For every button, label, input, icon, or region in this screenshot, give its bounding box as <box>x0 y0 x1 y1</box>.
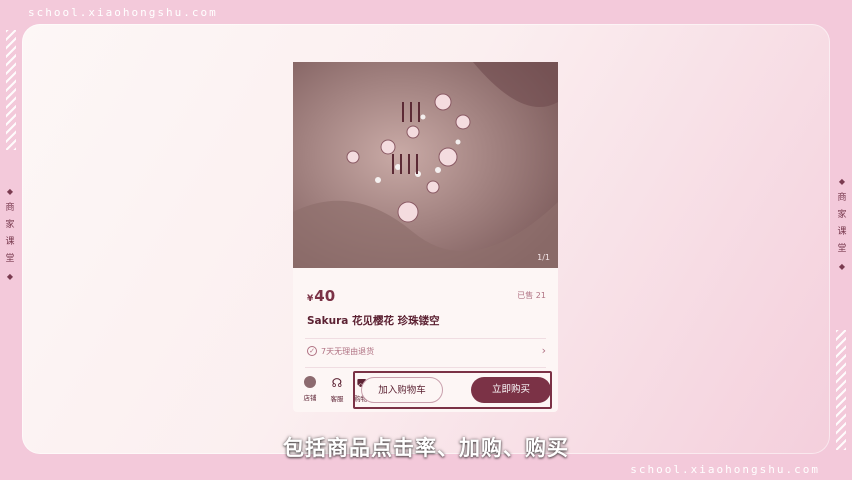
side-char: 课 <box>5 237 15 247</box>
side-char: 家 <box>837 210 847 220</box>
brand-url-top: school.xiaohongshu.com <box>28 6 218 19</box>
diamond-icon: ◆ <box>6 272 14 281</box>
buy-now-button[interactable]: 立即购买 <box>471 377 551 403</box>
diamond-icon: ◆ <box>838 177 846 186</box>
chevron-right-icon: › <box>541 344 546 357</box>
product-photo <box>293 62 558 268</box>
return-policy-label: 7天无理由退货 <box>321 347 375 356</box>
side-label-right: ◆ 商 家 课 堂 ◆ <box>834 173 850 275</box>
store-label: 店铺 <box>303 394 317 402</box>
check-circle-icon: ✓ <box>307 346 317 356</box>
sold-count: 已售 21 <box>517 291 546 300</box>
brand-url-bottom: school.xiaohongshu.com <box>630 463 820 476</box>
customer-service-button[interactable]: ☊ 客服 <box>324 376 350 403</box>
store-button[interactable]: 店铺 <box>297 376 323 402</box>
side-char: 商 <box>5 203 15 213</box>
product-title: Sakura 花见樱花 珍珠镂空 <box>307 315 440 327</box>
side-char: 课 <box>837 227 847 237</box>
service-label: 客服 <box>330 395 344 403</box>
product-card: 1/1 ¥40 已售 21 Sakura 花见樱花 珍珠镂空 ✓ 7天无理由退货… <box>293 62 558 412</box>
side-label-left: ◆ 商 家 课 堂 ◆ <box>2 183 18 285</box>
divider <box>305 367 546 368</box>
side-char: 商 <box>837 193 847 203</box>
add-to-cart-button[interactable]: 加入购物车 <box>361 377 443 403</box>
currency-symbol: ¥ <box>307 294 314 304</box>
store-icon <box>304 376 316 388</box>
product-image[interactable]: 1/1 <box>293 62 558 268</box>
side-char: 堂 <box>837 244 847 254</box>
headset-icon: ☊ <box>331 376 343 390</box>
action-bar: 店铺 ☊ 客服 ⛟ 购物车 加入购物车 立即购买 <box>293 370 558 412</box>
price-value: 40 <box>314 287 336 305</box>
diamond-icon: ◆ <box>838 262 846 271</box>
diamond-icon: ◆ <box>6 187 14 196</box>
return-policy-row[interactable]: ✓ 7天无理由退货 › <box>307 344 546 361</box>
price: ¥40 <box>307 287 335 305</box>
side-char: 堂 <box>5 254 15 264</box>
decorative-stripes-left <box>6 30 16 150</box>
video-subtitle: 包括商品点击率、加购、购买 <box>283 436 569 460</box>
image-counter: 1/1 <box>537 253 550 262</box>
divider <box>305 338 546 339</box>
side-char: 家 <box>5 220 15 230</box>
